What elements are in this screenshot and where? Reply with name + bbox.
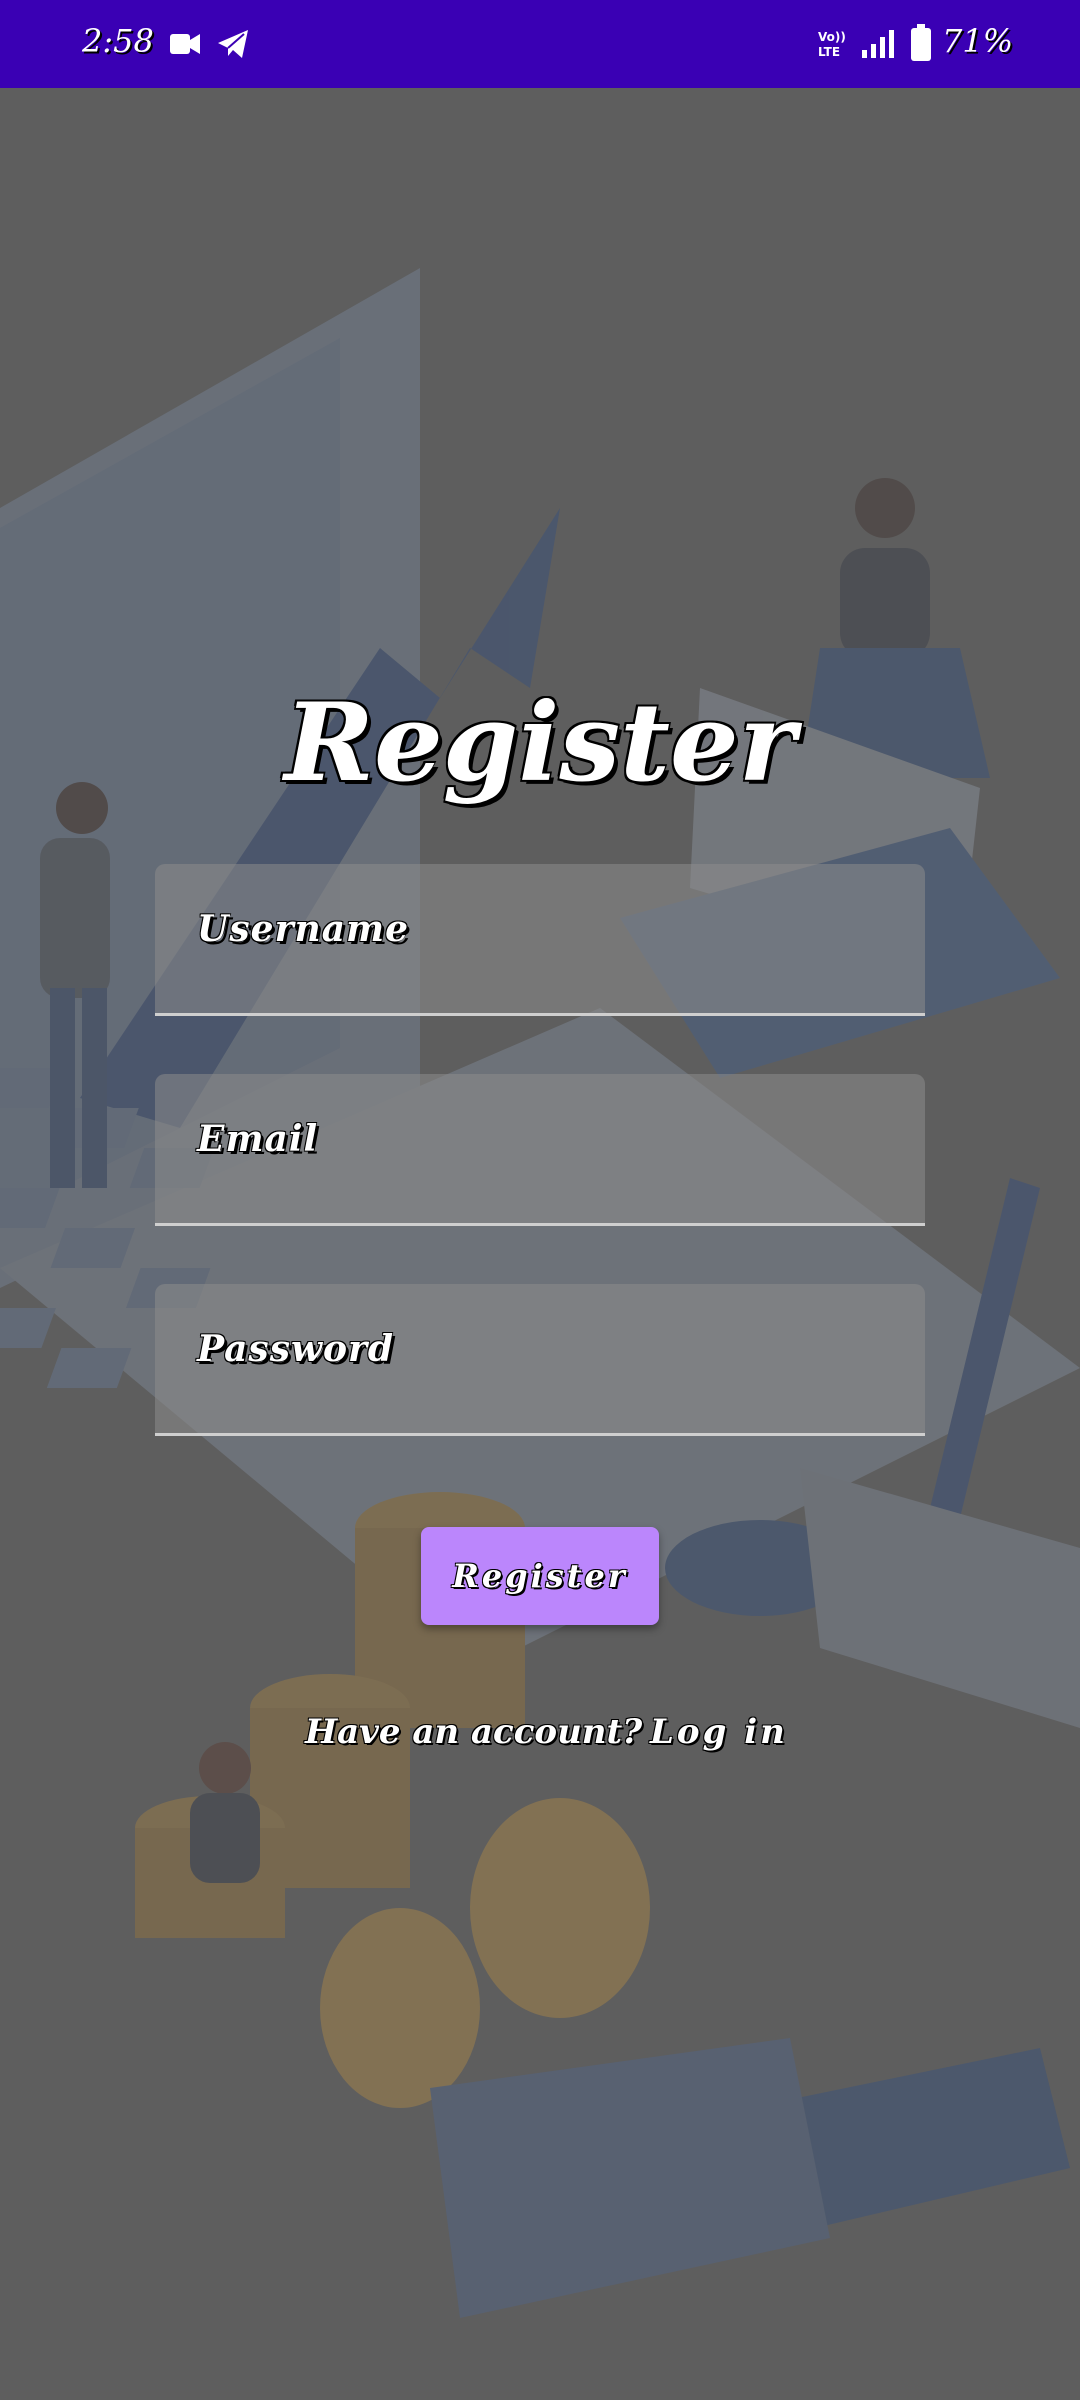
video-camera-icon (170, 26, 200, 66)
volte-icon: Vo)) LTE (816, 28, 848, 64)
svg-text:LTE: LTE (818, 45, 840, 59)
register-button[interactable]: Register (421, 1527, 659, 1625)
email-label: Email (197, 1118, 319, 1160)
telegram-icon (216, 26, 250, 66)
svg-text:Vo)): Vo)) (818, 30, 846, 44)
password-field[interactable]: Password (155, 1284, 925, 1436)
battery-percent: 71% (942, 22, 1014, 60)
status-bar: 2:58 Vo)) LTE 71% (0, 0, 1080, 88)
password-label: Password (197, 1328, 395, 1370)
signal-icon (862, 28, 896, 64)
status-time: 2:58 (82, 22, 154, 60)
battery-icon (910, 24, 932, 66)
login-link[interactable]: Log in (650, 1712, 788, 1752)
username-label: Username (197, 908, 410, 950)
background-illustration (0, 88, 1080, 2400)
page-title: Register (284, 680, 796, 806)
username-field[interactable]: Username (155, 864, 925, 1016)
have-account-text: Have an account? (305, 1712, 643, 1752)
email-field[interactable]: Email (155, 1074, 925, 1226)
